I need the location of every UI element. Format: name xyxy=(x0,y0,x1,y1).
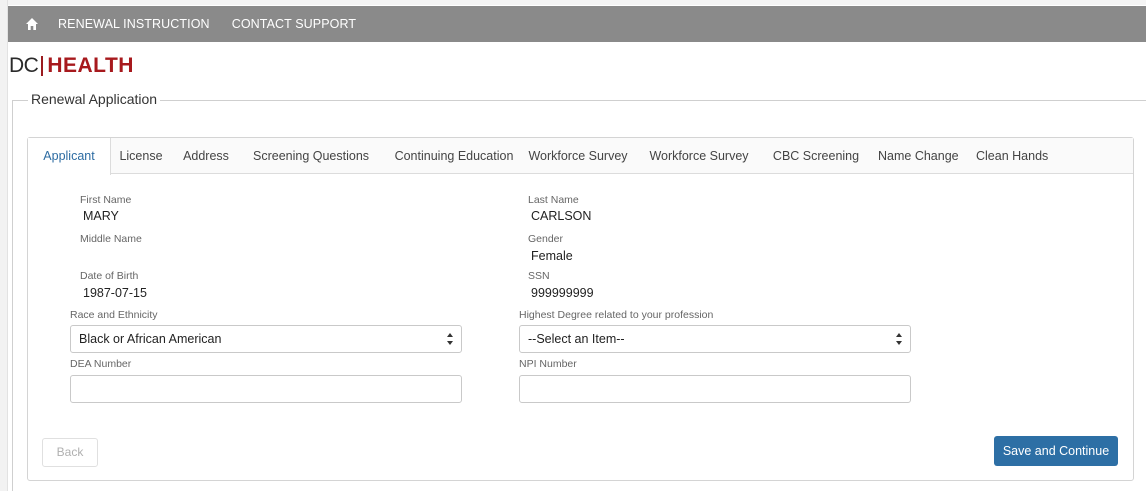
top-navbar: RENEWAL INSTRUCTION CONTACT SUPPORT xyxy=(8,6,1146,42)
application-panel: Applicant License Address Screening Ques… xyxy=(27,137,1134,481)
dob-value: 1987-07-15 xyxy=(83,286,147,300)
dea-label: DEA Number xyxy=(70,358,132,370)
degree-label: Highest Degree related to your professio… xyxy=(519,309,714,321)
logo-dc-text: DC xyxy=(9,54,39,77)
back-button[interactable]: Back xyxy=(42,438,98,467)
dc-health-logo: DC HEALTH xyxy=(9,54,134,78)
nav-renewal-instruction[interactable]: RENEWAL INSTRUCTION xyxy=(58,17,210,31)
npi-label: NPI Number xyxy=(519,358,577,370)
tab-cbc-screening[interactable]: CBC Screening xyxy=(772,138,860,174)
tab-workforce-survey-2[interactable]: Workforce Survey xyxy=(649,138,749,174)
top-strip xyxy=(8,0,1146,5)
ssn-label: SSN xyxy=(528,270,550,282)
select-arrows-icon xyxy=(447,333,453,345)
gender-label: Gender xyxy=(528,233,564,245)
race-selected-value: Black or African American xyxy=(79,332,222,346)
middle-name-label: Middle Name xyxy=(80,233,142,245)
dea-number-input[interactable] xyxy=(70,375,462,403)
gender-value: Female xyxy=(531,249,573,263)
tab-workforce-survey-1[interactable]: Workforce Survey xyxy=(528,138,628,174)
tab-applicant[interactable]: Applicant xyxy=(28,138,111,175)
degree-selected-value: --Select an Item-- xyxy=(528,332,625,346)
window-edge xyxy=(0,0,8,491)
first-name-value: MARY xyxy=(83,209,119,223)
tab-continuing-education[interactable]: Continuing Education xyxy=(391,138,517,174)
tab-bar: Applicant License Address Screening Ques… xyxy=(28,138,1133,175)
tab-license[interactable]: License xyxy=(114,138,168,174)
tab-clean-hands[interactable]: Clean Hands xyxy=(976,138,1048,174)
home-icon[interactable] xyxy=(14,6,50,42)
save-and-continue-button[interactable]: Save and Continue xyxy=(994,436,1118,466)
dob-label: Date of Birth xyxy=(80,270,139,282)
tab-name-change[interactable]: Name Change xyxy=(878,138,959,174)
race-select[interactable]: Black or African American xyxy=(70,325,462,353)
last-name-value: CARLSON xyxy=(531,209,592,223)
npi-number-input[interactable] xyxy=(519,375,911,403)
section-legend: Renewal Application xyxy=(28,91,161,107)
tab-screening-questions[interactable]: Screening Questions xyxy=(253,138,369,174)
ssn-value: 999999999 xyxy=(531,286,594,300)
nav-contact-support[interactable]: CONTACT SUPPORT xyxy=(232,17,356,31)
select-arrows-icon xyxy=(896,333,902,345)
degree-select[interactable]: --Select an Item-- xyxy=(519,325,911,353)
last-name-label: Last Name xyxy=(528,194,579,206)
first-name-label: First Name xyxy=(80,194,132,206)
logo-health-text: HEALTH xyxy=(47,54,134,77)
tab-address[interactable]: Address xyxy=(178,138,234,174)
race-label: Race and Ethnicity xyxy=(70,309,158,321)
logo-separator xyxy=(41,56,44,76)
